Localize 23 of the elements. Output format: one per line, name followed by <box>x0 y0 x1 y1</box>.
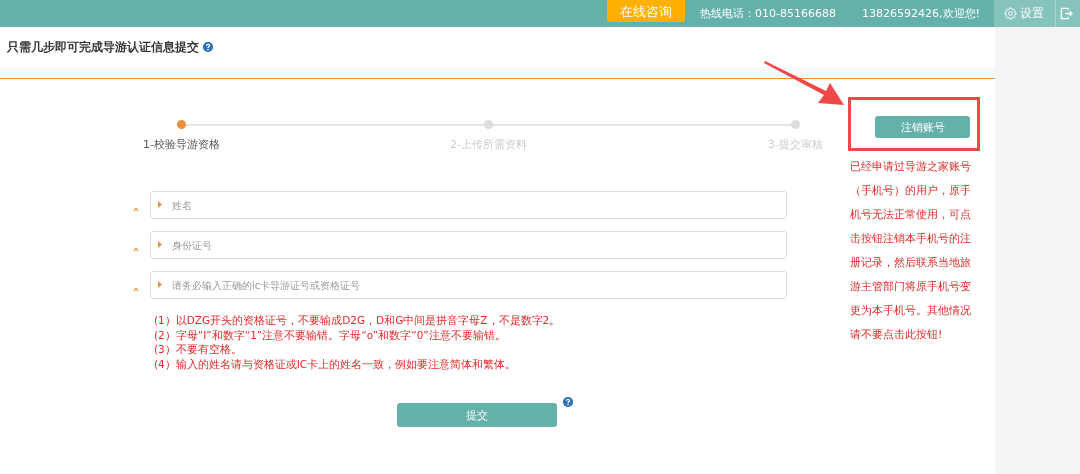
welcome-text: 13826592426,欢迎您! <box>862 6 980 21</box>
input-field[interactable]: 请务必输入正确的ic卡导游证号或资格证号 <box>150 271 787 299</box>
warning-text: 已经申请过导游之家账号（手机号）的用户，原手机号无法正常使用，可点击按钮注销本手机号的注册记录，然后联系当地旅游主管部门将原手机号变更为本手机号。其他情况请不要点击此按钮! <box>850 159 972 343</box>
logout-icon <box>1060 7 1073 20</box>
cancel-account-button[interactable]: 注销账号 <box>875 116 970 138</box>
note-text: (3）不要有空格。 <box>154 342 243 357</box>
caret-icon <box>158 281 162 288</box>
settings-icon <box>1004 7 1017 20</box>
help-icon[interactable] <box>563 397 573 407</box>
note-text: (2）字母“I”和数字“1”注意不要输错。字母“o”和数字“0”注意不要输错。 <box>154 327 507 342</box>
hotline-text: 热线电话：010-85166688 <box>700 6 836 21</box>
page-title: 只需几步即可完成导游认证信息提交 <box>7 39 199 55</box>
input-field[interactable]: 姓名 <box>150 191 787 219</box>
note-text: (4）输入的姓名请与资格证或IC卡上的姓名一致，例如要注意简体和繁体。 <box>154 356 518 371</box>
note-text: (1）以DZG开头的资格证号，不要输成D2G，D和G中间是拼音字母Z，不是数字2。 <box>154 313 562 328</box>
caret-icon <box>158 201 162 208</box>
step-label: 1-校验导游资格 <box>143 137 220 152</box>
input-field[interactable]: 身份证号 <box>150 231 787 259</box>
settings-button[interactable]: 设置 <box>994 0 1056 27</box>
caret-icon <box>158 241 162 248</box>
consult-button[interactable]: 在线咨询 <box>607 0 685 22</box>
submit-button[interactable]: 提交 <box>397 403 557 427</box>
help-icon[interactable] <box>203 42 213 52</box>
